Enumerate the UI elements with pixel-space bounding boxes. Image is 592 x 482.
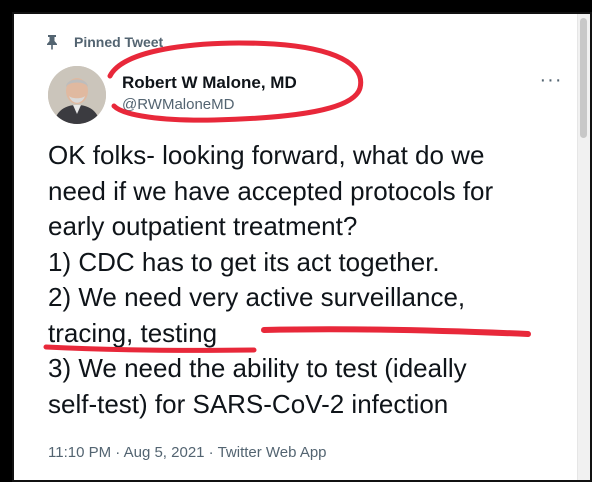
tweet-metadata: 11:10 PM · Aug 5, 2021 · Twitter Web App (48, 444, 327, 461)
tweet-card[interactable]: Pinned Tweet Robert W Malone, MD @RWMalo… (12, 12, 592, 482)
image-frame: Pinned Tweet Robert W Malone, MD @RWMalo… (0, 0, 592, 482)
tweet-time[interactable]: 11:10 PM (48, 444, 111, 461)
tweet-date[interactable]: Aug 5, 2021 (124, 444, 205, 461)
avatar[interactable] (48, 66, 106, 124)
tweet-line: self-test) for SARS-CoV-2 infection (48, 388, 449, 419)
scrollbar-thumb[interactable] (580, 18, 587, 138)
handle[interactable]: @RWMaloneMD (122, 94, 297, 116)
pin-icon (47, 35, 57, 50)
meta-separator: · (111, 444, 124, 461)
tweet-text: OK folks- looking forward, what do we ne… (48, 138, 568, 422)
tweet-line: 3) We need the ability to test (ideally (48, 353, 467, 383)
pinned-label: Pinned Tweet (74, 34, 164, 50)
pinned-indicator: Pinned Tweet (44, 34, 163, 50)
tweet-line: need if we have accepted protocols for (48, 175, 494, 206)
meta-separator: · (204, 444, 218, 461)
tweet-line: 2) We need very active surveillance, (48, 282, 466, 312)
display-name[interactable]: Robert W Malone, MD (122, 72, 297, 94)
tweet-line: 1) CDC has to get its act together. (48, 246, 440, 277)
scrollbar[interactable] (577, 14, 590, 480)
tweet-source: Twitter Web App (217, 444, 327, 461)
tweet-line: OK folks- looking forward, what do we (48, 140, 485, 170)
more-options-button[interactable]: ··· (536, 69, 566, 91)
author-block[interactable]: Robert W Malone, MD @RWMaloneMD (122, 72, 297, 116)
avatar-image (48, 66, 106, 124)
tweet-line: tracing, testing (48, 317, 218, 348)
tweet-line: early outpatient treatment? (48, 211, 358, 241)
